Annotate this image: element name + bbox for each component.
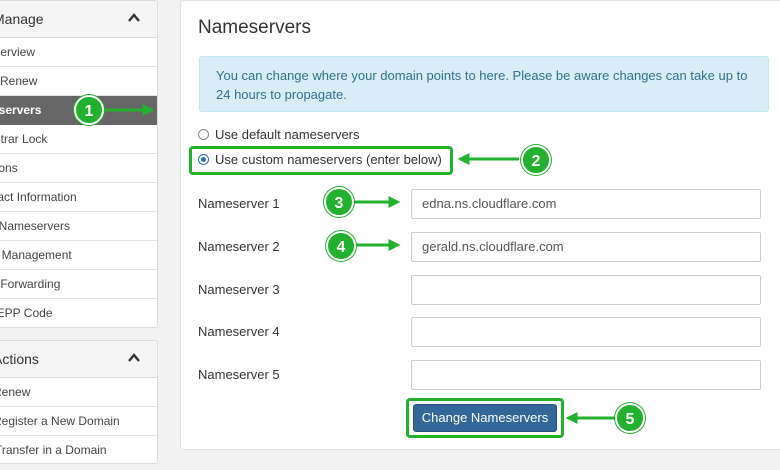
annotation-badge-4: 4 — [326, 231, 356, 261]
annotation-badge-5: 5 — [615, 403, 645, 433]
annotation-badge-3: 3 — [324, 187, 354, 217]
annotation-arrows — [104, 104, 615, 424]
annotation-badge-1: 1 — [74, 95, 104, 125]
annotation-badge-2: 2 — [521, 145, 551, 175]
